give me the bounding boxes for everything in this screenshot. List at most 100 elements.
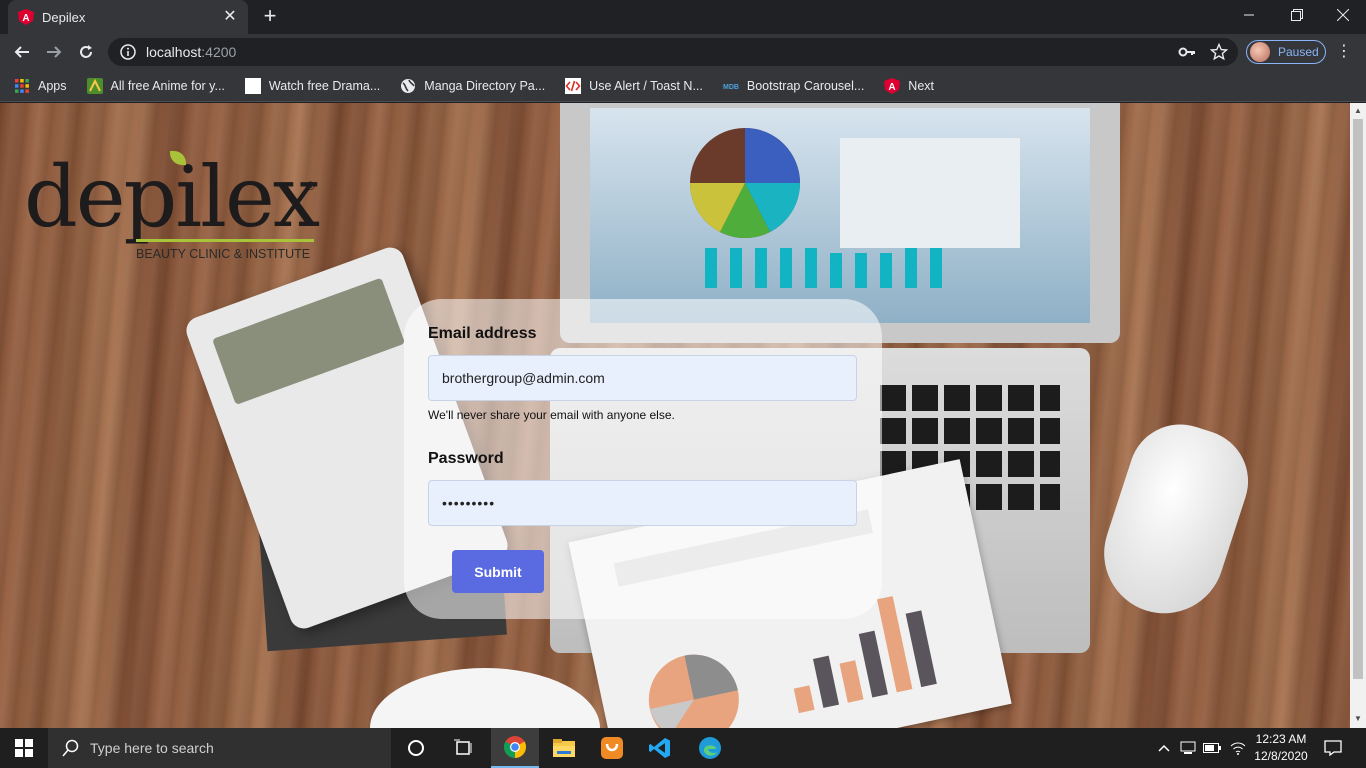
taskbar-uc-browser[interactable]	[588, 728, 636, 768]
vscode-icon	[649, 738, 670, 758]
email-help-text: We'll never share your email with anyone…	[428, 408, 675, 422]
close-icon	[1337, 9, 1349, 21]
logo-wordmark: depilex	[24, 148, 320, 246]
submit-button[interactable]: Submit	[452, 550, 544, 593]
star-icon[interactable]	[1210, 43, 1228, 61]
page-scrollbar[interactable]: ▲ ▼	[1350, 103, 1366, 728]
email-field[interactable]: brothergroup@admin.com	[428, 355, 857, 401]
globe-icon	[401, 78, 416, 93]
email-label: Email address	[428, 325, 537, 342]
scrollbar-thumb[interactable]	[1353, 119, 1363, 679]
laptop-display-decor	[590, 108, 1090, 323]
scroll-up-icon[interactable]: ▲	[1353, 106, 1363, 116]
bookmark-drama[interactable]: Watch free Drama...	[244, 77, 381, 94]
menu-icon[interactable]: ⋮	[1336, 42, 1352, 62]
bookmark-manga[interactable]: Manga Directory Pa...	[400, 78, 545, 94]
browser-tab[interactable]: A Depilex ✕	[8, 0, 248, 34]
password-field[interactable]: •••••••••	[428, 480, 857, 526]
calculator-screen-decor	[212, 277, 406, 405]
taskbar-file-explorer[interactable]	[540, 728, 588, 768]
tray-battery[interactable]	[1200, 728, 1224, 768]
back-button[interactable]	[10, 40, 34, 64]
password-value: •••••••••	[442, 495, 496, 511]
browser-toolbar: localhost:4200 Paused ⋮	[0, 34, 1366, 70]
angular-icon: A	[18, 9, 34, 25]
profile-button[interactable]: Paused	[1246, 40, 1326, 64]
bookmark-next[interactable]: A Next	[884, 77, 934, 94]
close-tab-icon[interactable]: ✕	[222, 9, 238, 25]
minimize-icon	[1244, 14, 1254, 16]
info-icon[interactable]	[120, 44, 136, 60]
dashboard-graphic	[690, 128, 1020, 288]
clock-date: 12/8/2020	[1254, 749, 1308, 763]
new-tab-button[interactable]: +	[258, 5, 282, 29]
minimize-button[interactable]	[1226, 0, 1272, 30]
search-placeholder: Type here to search	[90, 740, 214, 756]
keyboard-row-decor	[880, 418, 1060, 444]
bookmark-apps[interactable]: Apps	[14, 78, 67, 94]
anime-site-icon	[86, 77, 103, 94]
clock-time: 12:23 AM	[1255, 732, 1307, 746]
depilex-logo: depilex ® BEAUTY CLINIC & INSTITUTE	[24, 147, 324, 267]
tab-strip: A Depilex ✕ +	[0, 0, 1366, 34]
address-bar[interactable]: localhost:4200	[108, 38, 1238, 66]
close-window-button[interactable]	[1320, 0, 1366, 30]
battery-icon	[1203, 743, 1221, 753]
bookmark-label: Manga Directory Pa...	[424, 78, 546, 93]
bookmark-alert-toast[interactable]: Use Alert / Toast N...	[565, 77, 703, 94]
code-icon	[565, 77, 582, 94]
search-icon	[62, 739, 79, 757]
cortana-icon	[408, 740, 424, 756]
task-view-icon	[454, 739, 472, 755]
apps-grid-icon	[15, 78, 29, 93]
chevron-up-icon	[1158, 744, 1170, 752]
scroll-down-icon[interactable]: ▼	[1353, 714, 1363, 724]
bookmark-label: Use Alert / Toast N...	[589, 78, 703, 93]
edge-icon	[699, 737, 721, 759]
password-label: Password	[428, 450, 504, 467]
url-host: localhost	[146, 44, 202, 60]
reload-button[interactable]	[74, 40, 98, 64]
key-icon[interactable]	[1178, 43, 1196, 61]
chrome-icon	[504, 736, 526, 758]
tab-title: Depilex	[42, 9, 86, 25]
mouse-decor	[1088, 411, 1262, 629]
bookmark-label: Apps	[38, 78, 67, 93]
forward-button[interactable]	[42, 40, 66, 64]
logo-subtitle: BEAUTY CLINIC & INSTITUTE	[136, 247, 311, 261]
windows-taskbar: Type here to search 12:23 AM 12/8/2020	[0, 728, 1366, 768]
forward-arrow-icon	[47, 46, 62, 58]
folder-icon	[553, 739, 575, 757]
task-view-button[interactable]	[440, 728, 488, 768]
action-center-button[interactable]	[1320, 728, 1346, 768]
taskbar-edge[interactable]	[686, 728, 734, 768]
restore-button[interactable]	[1274, 0, 1320, 30]
bookmark-anime[interactable]: All free Anime for y...	[86, 77, 225, 94]
windows-logo-icon	[15, 739, 33, 757]
back-arrow-icon	[14, 46, 29, 58]
uc-browser-icon	[601, 737, 623, 759]
bookmark-label: All free Anime for y...	[110, 78, 225, 93]
cortana-button[interactable]	[392, 728, 440, 768]
logo-underline	[136, 239, 314, 242]
taskbar-chrome[interactable]	[491, 728, 539, 768]
start-button[interactable]	[0, 728, 48, 768]
restore-icon	[1291, 9, 1303, 21]
cup-decor	[370, 668, 600, 728]
bookmark-label: Next	[908, 78, 934, 93]
tray-network-drive[interactable]	[1176, 728, 1200, 768]
url-port: :4200	[201, 44, 237, 60]
taskbar-search[interactable]: Type here to search	[48, 728, 391, 768]
taskbar-clock[interactable]: 12:23 AM 12/8/2020	[1246, 731, 1316, 765]
taskbar-vscode[interactable]	[636, 728, 684, 768]
notification-icon	[1324, 740, 1342, 756]
mdb-icon: MDB	[723, 84, 739, 91]
svg-text:A: A	[22, 13, 29, 24]
bookmark-label: Watch free Drama...	[268, 78, 381, 93]
bookmarks-bar: Apps All free Anime for y... Watch free …	[0, 70, 1366, 102]
email-value: brothergroup@admin.com	[442, 370, 605, 386]
keyboard-row-decor	[880, 385, 1060, 411]
bookmark-bootstrap[interactable]: MDB Bootstrap Carousel...	[723, 78, 864, 94]
registered-mark: ®	[306, 179, 315, 193]
tray-overflow-button[interactable]	[1154, 728, 1174, 768]
